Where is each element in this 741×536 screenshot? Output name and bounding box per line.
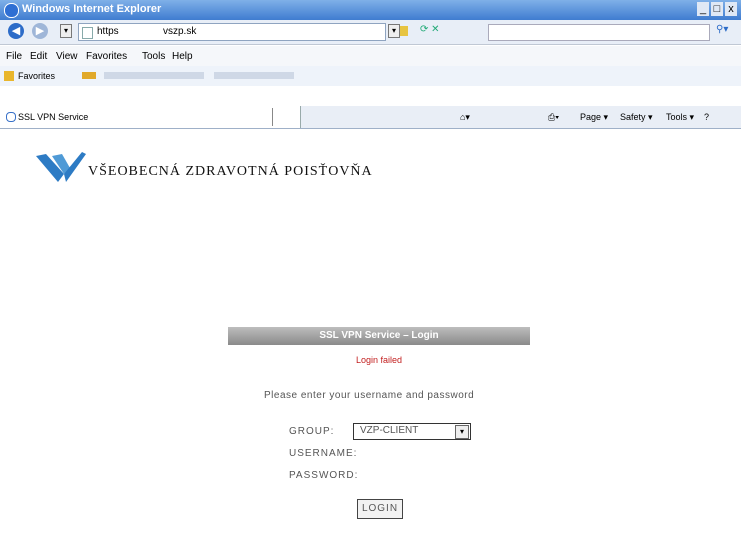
minimize-button[interactable]: _ <box>697 2 709 16</box>
address-toolbar: ◀ ▶ ▾ https vszp.sk ▾ ⟳ ✕ ⚲▾ <box>0 20 741 45</box>
window-controls: _ □ x <box>697 2 737 16</box>
tab-title: SSL VPN Service <box>18 112 89 122</box>
login-status: Login failed <box>355 355 403 365</box>
suggested-sites-icon[interactable] <box>82 72 96 79</box>
forward-icon[interactable]: ▶ <box>32 23 48 39</box>
back-icon[interactable]: ◀ <box>8 23 24 39</box>
window-title: Windows Internet Explorer <box>22 3 162 15</box>
menu-favorites[interactable]: Favorites <box>86 51 127 62</box>
address-protocol: https <box>97 26 119 37</box>
refresh-icon[interactable]: ⟳ ✕ <box>420 24 440 35</box>
page-menu[interactable]: Page ▾ <box>580 112 608 123</box>
favorites-item[interactable] <box>104 72 204 79</box>
new-tab-button[interactable] <box>272 108 301 126</box>
tab-bar: SSL VPN Service ⌂▾ ⎙▾ Page ▾ Safety ▾ To… <box>0 106 741 129</box>
search-icon[interactable]: ⚲▾ <box>716 24 728 35</box>
recent-pages-dropdown[interactable]: ▾ <box>60 24 72 38</box>
address-host: vszp.sk <box>163 26 197 37</box>
menu-bar: File Edit View Favorites Tools Help <box>0 46 741 66</box>
group-select-value: VZP-CLIENT <box>360 425 419 436</box>
safety-menu[interactable]: Safety ▾ <box>620 112 653 123</box>
menu-file[interactable]: File <box>6 51 22 62</box>
lock-icon[interactable] <box>400 26 408 36</box>
address-dropdown[interactable]: ▾ <box>388 24 400 38</box>
ie-logo-icon <box>4 3 19 18</box>
brand-name: VŠEOBECNÁ ZDRAVOTNÁ POISŤOVŇA <box>88 164 373 179</box>
tab-page-icon <box>6 112 16 122</box>
favorites-star-icon[interactable] <box>4 71 14 81</box>
favorites-item[interactable] <box>214 72 294 79</box>
address-input[interactable]: https vszp.sk <box>78 23 386 41</box>
vszp-logo-icon <box>36 152 86 182</box>
login-button[interactable]: LOGIN <box>357 499 403 519</box>
menu-help[interactable]: Help <box>172 51 193 62</box>
favorites-bar: Favorites <box>0 66 741 86</box>
tab-current[interactable]: SSL VPN Service <box>0 106 301 128</box>
menu-edit[interactable]: Edit <box>30 51 47 62</box>
group-label: GROUP: <box>289 426 335 437</box>
login-prompt: Please enter your username and password <box>264 390 475 401</box>
favorites-label[interactable]: Favorites <box>18 71 55 81</box>
chevron-down-icon[interactable]: ▾ <box>455 425 469 439</box>
page-icon <box>82 27 93 39</box>
group-select[interactable]: VZP-CLIENT ▾ <box>353 423 471 440</box>
login-header: SSL VPN Service – Login <box>228 327 530 345</box>
window-titlebar: Windows Internet Explorer _ □ x <box>0 0 741 20</box>
maximize-button[interactable]: □ <box>711 2 723 16</box>
print-icon[interactable]: ⎙▾ <box>548 112 559 123</box>
username-label: USERNAME: <box>289 448 358 459</box>
password-label: PASSWORD: <box>289 470 359 481</box>
menu-tools[interactable]: Tools <box>142 51 165 62</box>
help-icon[interactable]: ? <box>704 112 709 122</box>
menu-view[interactable]: View <box>56 51 78 62</box>
close-button[interactable]: x <box>725 2 737 16</box>
home-icon[interactable]: ⌂▾ <box>460 112 470 123</box>
tools-menu[interactable]: Tools ▾ <box>666 112 694 123</box>
search-input[interactable] <box>488 24 710 41</box>
